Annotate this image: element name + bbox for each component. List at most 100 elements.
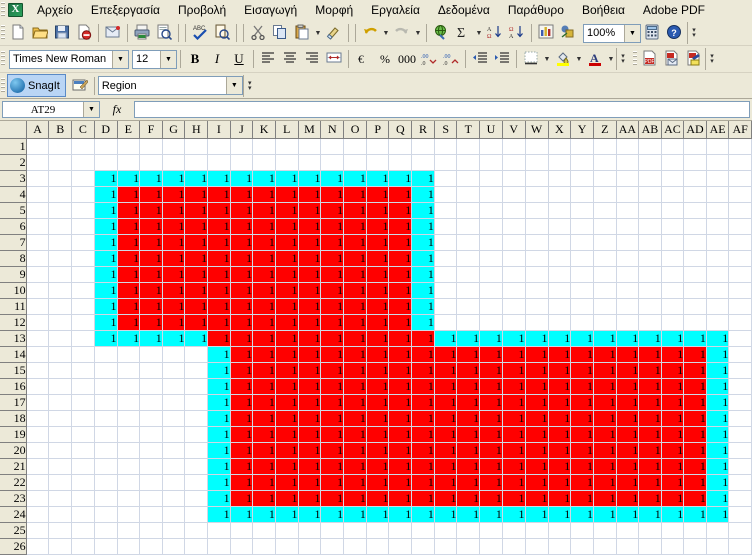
cell-K16-filled[interactable]: 1 <box>252 378 276 395</box>
cell-K17-filled[interactable]: 1 <box>252 394 276 411</box>
cell-AD14-filled[interactable]: 1 <box>683 346 707 363</box>
cell-N19-filled[interactable]: 1 <box>320 426 345 443</box>
cell-F24[interactable] <box>139 506 163 523</box>
cell-N11-filled[interactable]: 1 <box>320 298 345 315</box>
cell-AE16-filled[interactable]: 1 <box>706 378 730 395</box>
cell-AF11[interactable] <box>728 298 752 315</box>
cell-AB3[interactable] <box>638 170 662 187</box>
cell-L20-filled[interactable]: 1 <box>275 442 299 459</box>
cell-AB23-filled[interactable]: 1 <box>638 490 662 507</box>
cell-Z10[interactable] <box>593 282 617 299</box>
cell-X11[interactable] <box>548 298 572 315</box>
cell-G17[interactable] <box>162 394 186 411</box>
cell-Z15-filled[interactable]: 1 <box>593 362 617 379</box>
cell-K1[interactable] <box>252 138 276 155</box>
cell-L26[interactable] <box>275 538 299 555</box>
cell-L24-filled[interactable]: 1 <box>275 506 299 523</box>
cell-E25[interactable] <box>117 522 141 539</box>
cell-G13-filled[interactable]: 1 <box>162 330 186 347</box>
cell-AC13-filled[interactable]: 1 <box>661 330 685 347</box>
cell-W18-filled[interactable]: 1 <box>525 410 549 427</box>
cell-W15-filled[interactable]: 1 <box>525 362 549 379</box>
cell-B18[interactable] <box>48 410 73 427</box>
cell-V18-filled[interactable]: 1 <box>502 410 526 427</box>
cell-F8-filled[interactable]: 1 <box>139 250 163 267</box>
cell-K11-filled[interactable]: 1 <box>252 298 276 315</box>
cell-J11-filled[interactable]: 1 <box>230 298 254 315</box>
cell-Y10[interactable] <box>570 282 594 299</box>
cell-P22-filled[interactable]: 1 <box>366 474 390 491</box>
column-header-i[interactable]: I <box>207 121 231 139</box>
cell-AE19-filled[interactable]: 1 <box>706 426 730 443</box>
cell-S6[interactable] <box>434 218 458 235</box>
cell-F5-filled[interactable]: 1 <box>139 202 163 219</box>
cell-M20-filled[interactable]: 1 <box>298 442 322 459</box>
cell-P19-filled[interactable]: 1 <box>366 426 390 443</box>
cell-H12-filled[interactable]: 1 <box>184 314 209 331</box>
row-header-5[interactable]: 5 <box>0 202 27 219</box>
cell-X23-filled[interactable]: 1 <box>548 490 572 507</box>
sort-ascending-button[interactable]: AΩ <box>484 23 506 44</box>
cell-Y25[interactable] <box>570 522 594 539</box>
cell-Y19-filled[interactable]: 1 <box>570 426 594 443</box>
row-header-17[interactable]: 17 <box>0 394 27 411</box>
cell-D18[interactable] <box>94 410 118 427</box>
cell-K7-filled[interactable]: 1 <box>252 234 276 251</box>
cell-D4-filled[interactable]: 1 <box>94 186 118 203</box>
cell-E9-filled[interactable]: 1 <box>117 266 141 283</box>
cell-C10[interactable] <box>71 282 95 299</box>
cell-I21-filled[interactable]: 1 <box>207 458 231 475</box>
cell-AE5[interactable] <box>706 202 730 219</box>
cell-M15-filled[interactable]: 1 <box>298 362 322 379</box>
cell-L6-filled[interactable]: 1 <box>275 218 299 235</box>
cell-J10-filled[interactable]: 1 <box>230 282 254 299</box>
cell-D21[interactable] <box>94 458 118 475</box>
cell-C21[interactable] <box>71 458 95 475</box>
cell-AE3[interactable] <box>706 170 730 187</box>
cell-AE21-filled[interactable]: 1 <box>706 458 730 475</box>
row-header-19[interactable]: 19 <box>0 426 27 443</box>
cell-O3-filled[interactable]: 1 <box>343 170 367 187</box>
cell-U24-filled[interactable]: 1 <box>479 506 503 523</box>
cell-M8-filled[interactable]: 1 <box>298 250 322 267</box>
convert-to-pdf-button[interactable]: PDF <box>639 49 661 70</box>
cell-AF14[interactable] <box>728 346 752 363</box>
row-header-8[interactable]: 8 <box>0 250 27 267</box>
cell-I3-filled[interactable]: 1 <box>207 170 231 187</box>
cell-B13[interactable] <box>48 330 73 347</box>
cell-AA23-filled[interactable]: 1 <box>616 490 640 507</box>
cell-J9-filled[interactable]: 1 <box>230 266 254 283</box>
cell-F3-filled[interactable]: 1 <box>139 170 163 187</box>
cell-O10-filled[interactable]: 1 <box>343 282 367 299</box>
cell-B8[interactable] <box>48 250 73 267</box>
cell-AD11[interactable] <box>683 298 707 315</box>
cell-AD7[interactable] <box>683 234 707 251</box>
cell-R18-filled[interactable]: 1 <box>411 410 435 427</box>
cell-D5-filled[interactable]: 1 <box>94 202 118 219</box>
cell-AF12[interactable] <box>728 314 752 331</box>
snagit-toolbar-overflow-button[interactable]: ▾ ▾ <box>242 74 256 97</box>
cell-E21[interactable] <box>117 458 141 475</box>
cell-AA1[interactable] <box>616 138 640 155</box>
italic-button[interactable]: I <box>206 49 228 70</box>
cell-Z6[interactable] <box>593 218 617 235</box>
cell-L9-filled[interactable]: 1 <box>275 266 299 283</box>
cell-Z12[interactable] <box>593 314 617 331</box>
cell-T2[interactable] <box>456 154 481 171</box>
cell-AB1[interactable] <box>638 138 662 155</box>
cell-AE17-filled[interactable]: 1 <box>706 394 730 411</box>
cell-W22-filled[interactable]: 1 <box>525 474 549 491</box>
cell-O4-filled[interactable]: 1 <box>343 186 367 203</box>
cell-L5-filled[interactable]: 1 <box>275 202 299 219</box>
row-header-25[interactable]: 25 <box>0 522 27 539</box>
cell-G19[interactable] <box>162 426 186 443</box>
cell-G23[interactable] <box>162 490 186 507</box>
cell-C24[interactable] <box>71 506 95 523</box>
cell-S8[interactable] <box>434 250 458 267</box>
cell-AE12[interactable] <box>706 314 730 331</box>
cell-Q21-filled[interactable]: 1 <box>388 458 413 475</box>
cell-AC17-filled[interactable]: 1 <box>661 394 685 411</box>
cell-V15-filled[interactable]: 1 <box>502 362 526 379</box>
cell-U14-filled[interactable]: 1 <box>479 346 503 363</box>
cell-AC25[interactable] <box>661 522 685 539</box>
